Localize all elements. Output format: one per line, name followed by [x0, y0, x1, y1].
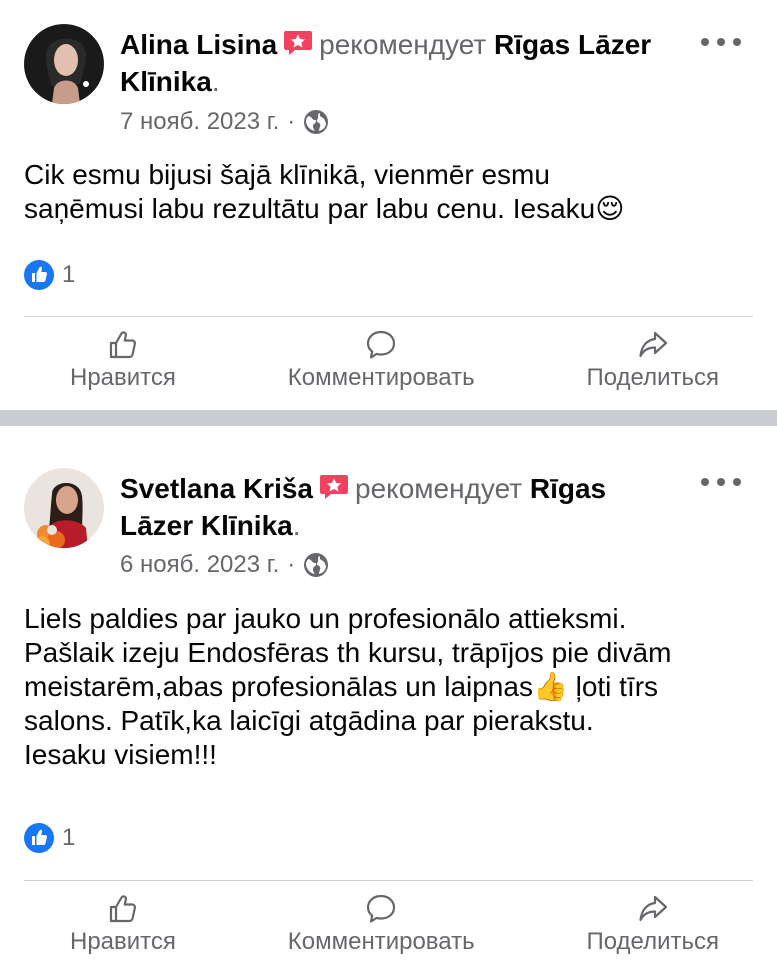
post-date[interactable]: 7 нояб. 2023 г.: [120, 108, 279, 136]
author-name[interactable]: Svetlana Kriša: [120, 473, 313, 504]
post-header: Svetlana Kriša рекомендует Rīgas Lāzer Kl…: [120, 470, 680, 544]
globe-icon: [304, 553, 329, 577]
like-label: Нравится: [70, 928, 176, 955]
comment-icon: [367, 330, 396, 359]
comment-icon: [367, 894, 396, 923]
globe-icon: [304, 110, 329, 134]
meta-separator: ·: [287, 108, 296, 135]
thumbs-up-icon: [109, 895, 136, 923]
like-label: Нравится: [70, 364, 176, 391]
post-actions: Нравится Комментировать Поделиться: [24, 892, 753, 962]
post-separator: [0, 410, 777, 426]
post-text: Cik esmu bijusi šajā klīnikā, vienmēr es…: [24, 159, 625, 224]
share-icon: [639, 895, 667, 922]
meta-separator: ·: [287, 551, 296, 578]
like-button[interactable]: Нравится: [70, 328, 176, 398]
author-name[interactable]: Alina Lisina: [120, 29, 277, 60]
recommend-badge-icon: [320, 475, 348, 499]
post-meta: 7 нояб. 2023 г. ·: [120, 108, 329, 136]
comment-label: Комментировать: [287, 364, 475, 391]
avatar[interactable]: [24, 468, 104, 548]
like-reaction-icon: [24, 823, 54, 853]
more-dot: [733, 38, 741, 46]
post-actions: Нравится Комментировать Поделиться: [24, 328, 753, 398]
like-button[interactable]: Нравится: [70, 892, 176, 962]
like-count: 1: [62, 824, 76, 851]
share-button[interactable]: Поделиться: [586, 892, 719, 962]
comment-label: Комментировать: [287, 928, 475, 955]
post-text: Liels paldies par jauko un profesionālo …: [24, 603, 672, 770]
like-count: 1: [62, 261, 76, 288]
share-icon: [639, 331, 667, 358]
more-options-button[interactable]: [701, 32, 741, 52]
reactions-summary[interactable]: 1: [24, 823, 75, 853]
reactions-summary[interactable]: 1: [24, 260, 75, 290]
post-meta: 6 нояб. 2023 г. ·: [120, 551, 329, 579]
share-button[interactable]: Поделиться: [586, 328, 719, 398]
comment-button[interactable]: Комментировать: [288, 892, 475, 962]
more-dot: [717, 478, 725, 486]
recommend-verb: рекомендует: [355, 473, 523, 504]
post-date[interactable]: 6 нояб. 2023 г.: [120, 551, 279, 579]
review-post: Alina Lisina рекомендует Rīgas Lāzer Klīn…: [0, 0, 777, 410]
more-dot: [701, 478, 709, 486]
recommend-badge-icon: [284, 31, 313, 55]
more-dot: [717, 38, 725, 46]
header-period: .: [211, 66, 220, 97]
header-period: .: [292, 510, 301, 541]
avatar[interactable]: [24, 24, 104, 104]
share-label: Поделиться: [586, 364, 719, 391]
review-post: Svetlana Kriša рекомендует Rīgas Lāzer Kl…: [0, 426, 777, 960]
more-dot: [733, 478, 741, 486]
comment-button[interactable]: Комментировать: [288, 328, 475, 398]
divider: [24, 316, 753, 317]
more-dot: [701, 38, 709, 46]
post-header: Alina Lisina рекомендует Rīgas Lāzer Klīn…: [120, 26, 680, 100]
more-options-button[interactable]: [701, 472, 741, 492]
share-label: Поделиться: [586, 928, 719, 955]
recommend-verb: рекомендует: [319, 29, 487, 60]
like-reaction-icon: [24, 260, 54, 290]
thumbs-up-icon: [109, 331, 136, 359]
divider: [24, 880, 753, 881]
